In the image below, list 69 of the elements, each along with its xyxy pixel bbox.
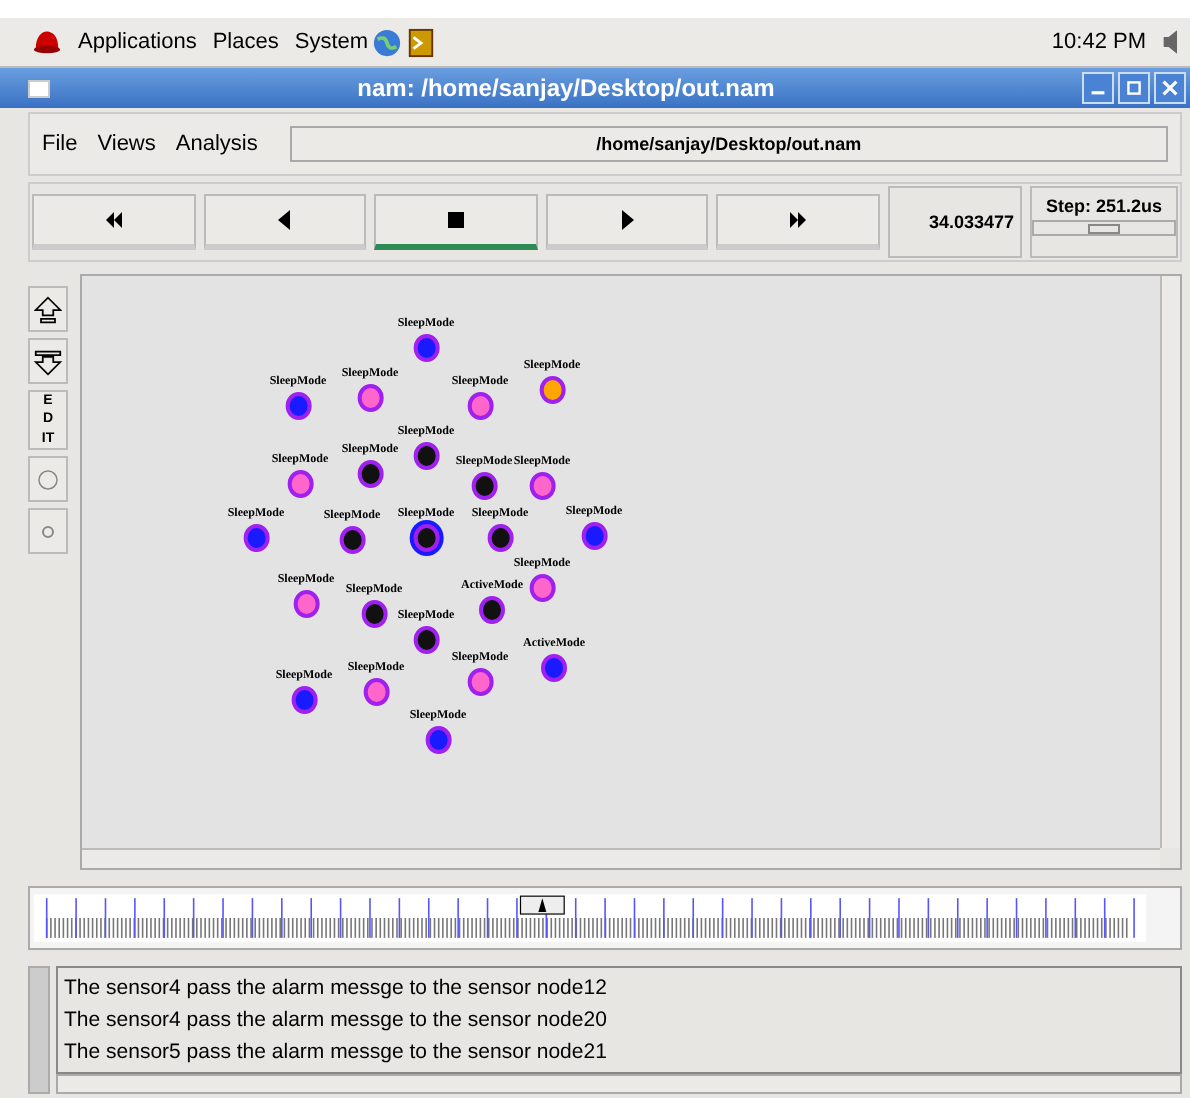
window-menu-icon[interactable] — [28, 79, 50, 97]
sensor-node[interactable] — [357, 384, 383, 412]
sensor-node[interactable] — [467, 668, 493, 696]
step-slider-thumb[interactable] — [1088, 224, 1120, 234]
play-backward-icon — [274, 210, 295, 230]
sensor-node[interactable] — [293, 590, 319, 618]
speaker-icon[interactable] — [1162, 28, 1182, 56]
clock[interactable]: 10:42 PM — [1051, 30, 1146, 54]
step-label: Step: 251.2us — [1045, 196, 1163, 216]
sensor-node[interactable] — [363, 678, 389, 706]
globe-icon[interactable] — [372, 27, 403, 57]
sensor-node[interactable] — [425, 726, 451, 754]
sensor-node[interactable] — [539, 376, 565, 404]
menu-item[interactable]: File — [42, 132, 78, 156]
zoom-in-button[interactable] — [28, 286, 68, 332]
door-icon[interactable] — [406, 27, 437, 57]
sensor-node[interactable] — [243, 524, 269, 552]
vertical-scrollbar[interactable] — [28, 966, 50, 1094]
playback-button[interactable] — [374, 194, 538, 250]
message-line: The sensor4 pass the alarm messge to the sensor node12 — [64, 974, 609, 1004]
close-icon — [1162, 80, 1178, 96]
down-arrow-icon — [34, 347, 62, 375]
horizontal-scrollbar[interactable] — [82, 848, 1160, 868]
sensor-node[interactable] — [287, 470, 313, 498]
horizontal-scrollbar[interactable] — [56, 1074, 1182, 1094]
small-circle-icon — [40, 523, 56, 539]
time-display: 34.033477 — [887, 186, 1022, 258]
sensor-node[interactable] — [339, 526, 365, 554]
file-path-field: /home/sanjay/Desktop/out.nam — [289, 126, 1168, 162]
maximize-button[interactable] — [1118, 72, 1150, 104]
sensor-node[interactable] — [487, 524, 513, 552]
play-icon — [617, 210, 638, 230]
sensor-node[interactable] — [291, 686, 317, 714]
sensor-node[interactable] — [413, 334, 439, 362]
sensor-node[interactable] — [413, 524, 439, 552]
sensor-node[interactable] — [529, 574, 555, 602]
point-tool-button[interactable] — [28, 508, 68, 554]
minimize-button[interactable] — [1082, 72, 1114, 104]
panel-menu[interactable]: System — [294, 30, 369, 54]
sensor-node[interactable] — [467, 392, 493, 420]
sensor-node[interactable] — [413, 626, 439, 654]
fast-forward-icon — [788, 210, 809, 230]
maximize-icon — [1126, 80, 1142, 96]
message-line: The sensor5 pass the alarm messge to the sensor node21 — [64, 1038, 609, 1068]
sensor-node[interactable] — [471, 472, 497, 500]
rewind-icon — [103, 210, 124, 230]
sensor-node[interactable] — [285, 392, 311, 420]
window-title: nam: /home/sanjay/Desktop/out.nam — [355, 74, 777, 102]
up-arrow-icon — [34, 295, 62, 323]
circle-tool-button[interactable] — [28, 456, 68, 502]
sensor-node[interactable] — [357, 460, 383, 488]
menu-item[interactable]: Analysis — [175, 132, 258, 156]
panel-menu[interactable]: Applications — [78, 30, 197, 54]
message-line: The sensor4 pass the alarm messge to the sensor node20 — [64, 1006, 609, 1036]
sensor-node[interactable] — [479, 596, 505, 624]
menu-item[interactable]: Views — [97, 132, 156, 156]
sensor-node[interactable] — [581, 522, 607, 550]
close-button[interactable] — [1154, 72, 1186, 104]
circle-icon — [36, 467, 60, 491]
vertical-scrollbar[interactable] — [1160, 276, 1180, 848]
hat-icon[interactable] — [32, 27, 62, 57]
sensor-node[interactable] — [413, 442, 439, 470]
timeline-drawing[interactable] — [34, 894, 1146, 942]
sensor-node[interactable] — [361, 600, 387, 628]
sensor-node[interactable] — [541, 654, 567, 682]
panel-menu[interactable]: Places — [212, 30, 279, 54]
stop-icon — [445, 210, 466, 230]
zoom-out-button[interactable] — [28, 338, 68, 384]
sensor-node[interactable] — [529, 472, 555, 500]
